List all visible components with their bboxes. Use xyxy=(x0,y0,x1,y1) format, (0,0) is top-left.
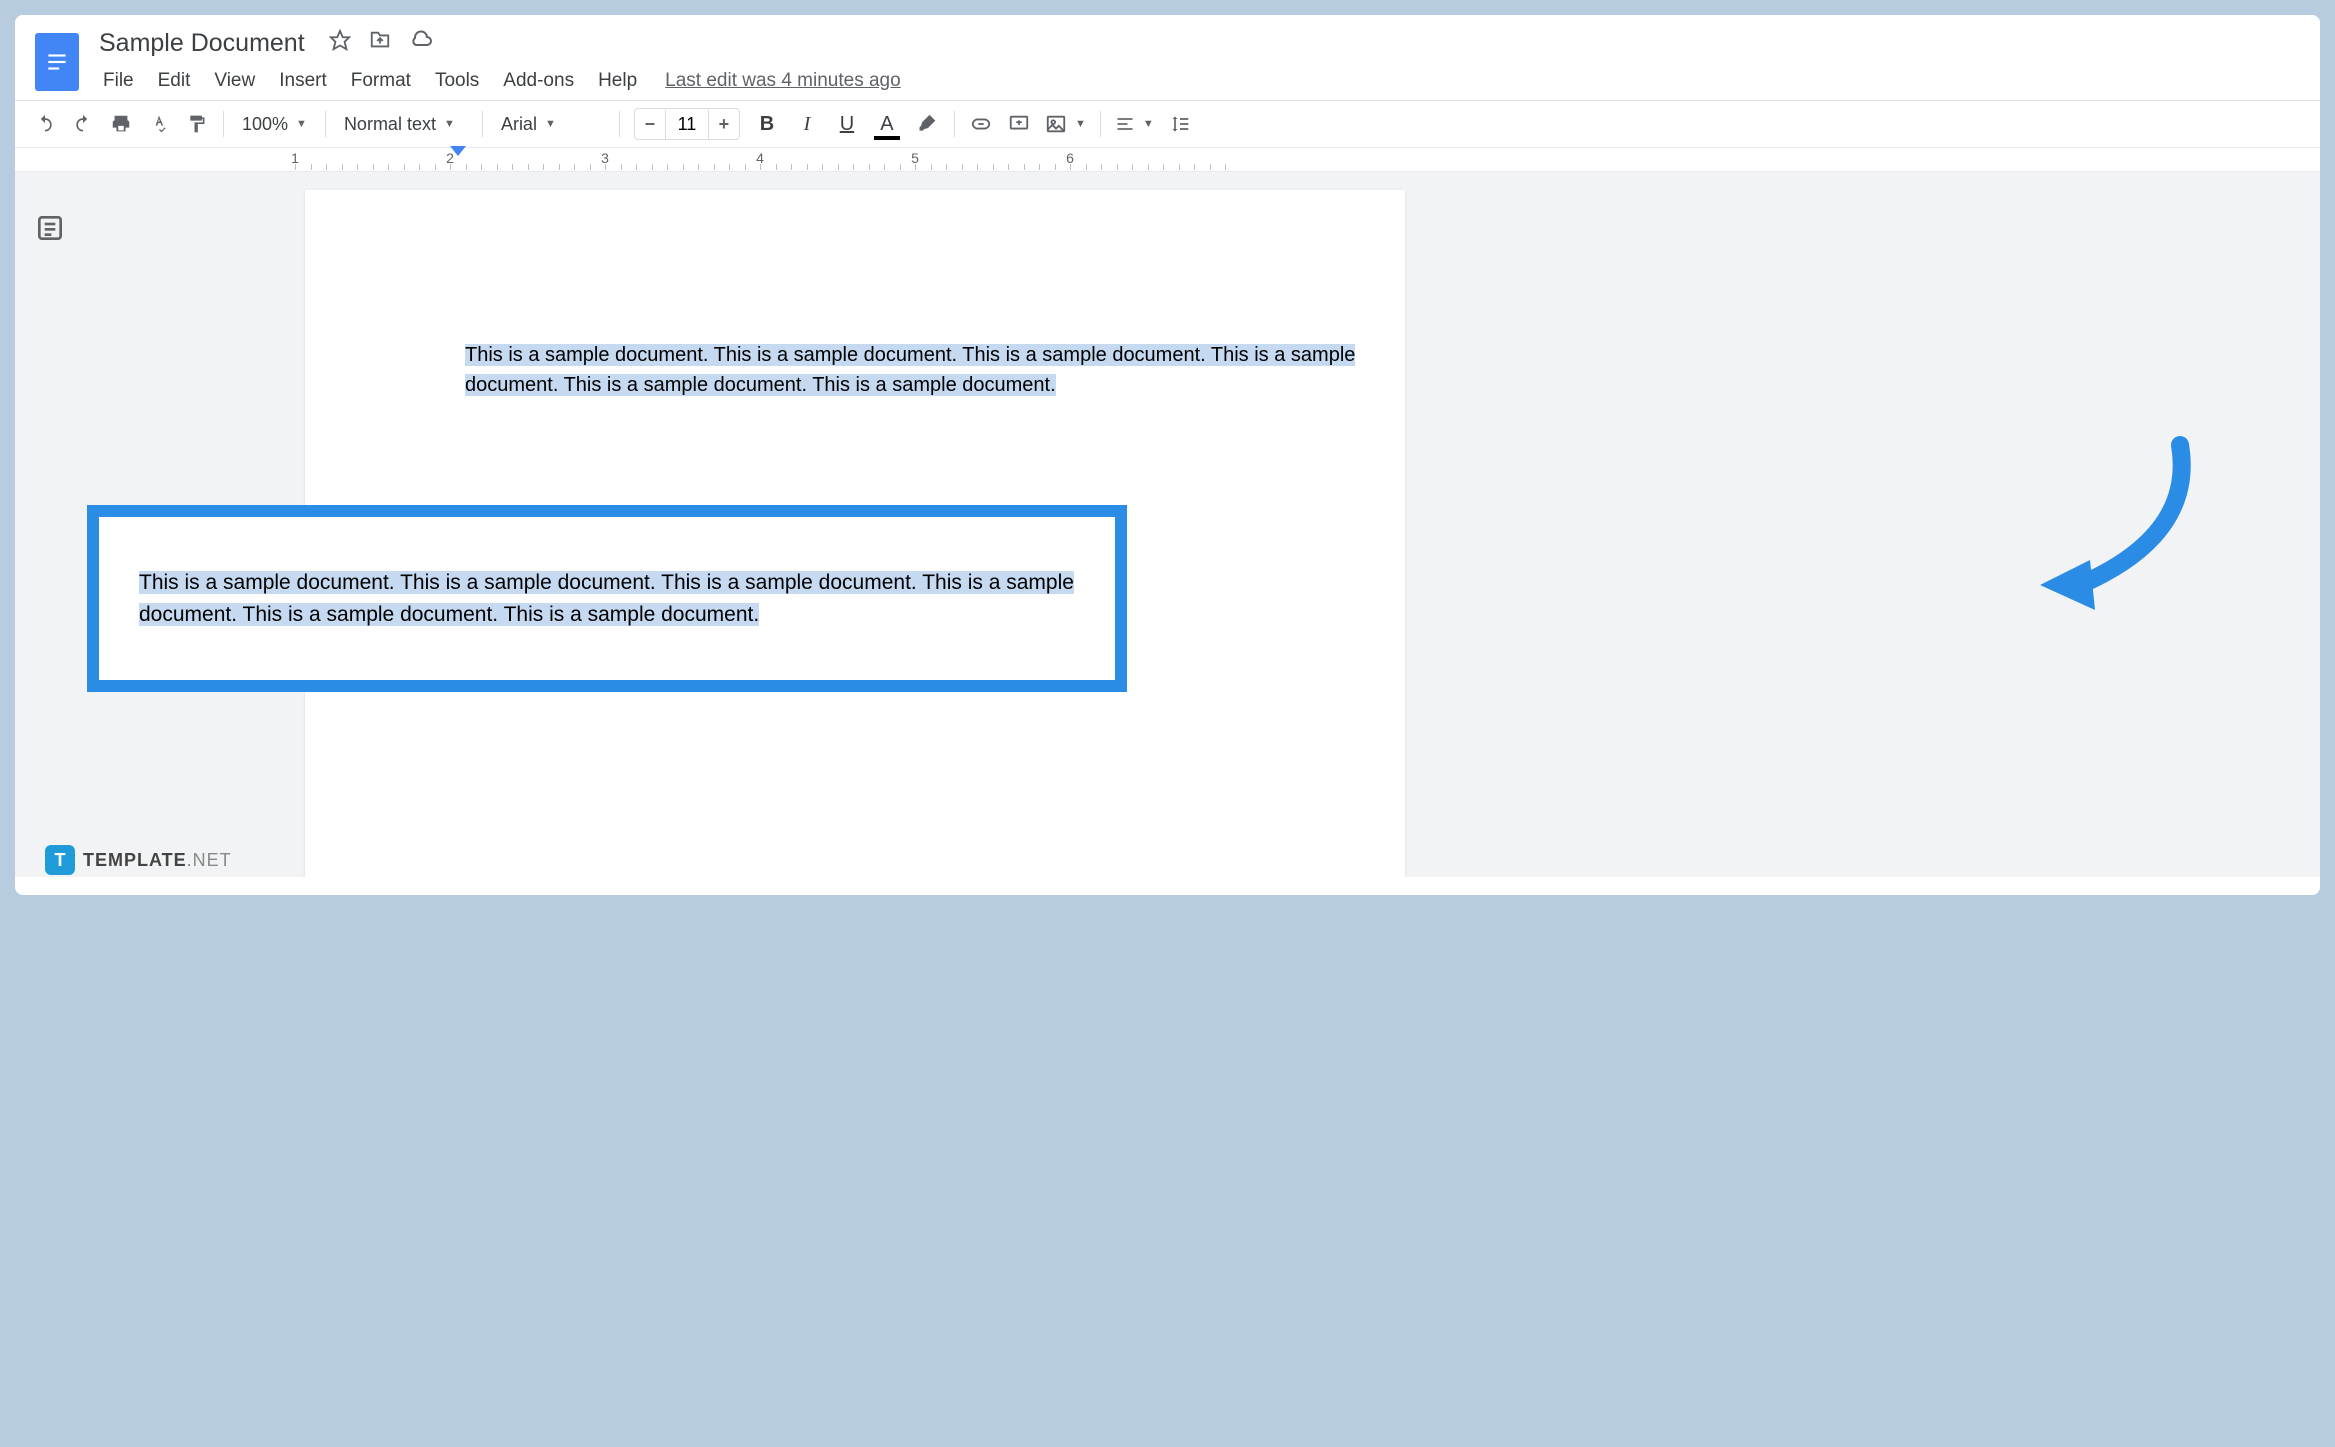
zoom-dropdown[interactable]: 100%▼ xyxy=(232,110,317,139)
cloud-status-icon[interactable] xyxy=(409,29,433,58)
watermark: T TEMPLATE.NET xyxy=(45,845,232,875)
italic-button[interactable]: I xyxy=(788,106,826,142)
font-size-value[interactable]: 11 xyxy=(665,110,709,139)
underline-button[interactable]: U xyxy=(828,106,866,142)
horizontal-ruler[interactable]: 1 2 3 4 5 6 xyxy=(15,148,2320,172)
redo-button[interactable] xyxy=(65,106,101,142)
google-docs-window: Sample Document File xyxy=(15,15,2320,895)
callout-selected-text: This is a sample document. This is a sam… xyxy=(139,571,1074,626)
font-dropdown[interactable]: Arial▼ xyxy=(491,110,611,139)
bold-button[interactable]: B xyxy=(748,106,786,142)
menu-addons[interactable]: Add-ons xyxy=(493,66,584,96)
document-title[interactable]: Sample Document xyxy=(93,27,311,60)
star-icon[interactable] xyxy=(329,29,351,58)
document-outline-icon[interactable] xyxy=(34,212,66,244)
paragraph-style-dropdown[interactable]: Normal text▼ xyxy=(334,110,474,139)
last-edit-link[interactable]: Last edit was 4 minutes ago xyxy=(665,66,901,96)
watermark-badge-icon: T xyxy=(45,845,75,875)
selected-paragraph[interactable]: This is a sample document. This is a sam… xyxy=(465,344,1355,396)
left-sidebar xyxy=(15,172,85,877)
print-button[interactable] xyxy=(103,106,139,142)
font-size-control: − 11 + xyxy=(634,108,740,140)
font-size-increase[interactable]: + xyxy=(709,109,739,139)
paint-format-button[interactable] xyxy=(179,106,215,142)
menu-format[interactable]: Format xyxy=(341,66,421,96)
menu-insert[interactable]: Insert xyxy=(269,66,337,96)
move-icon[interactable] xyxy=(369,29,391,58)
menu-bar: File Edit View Insert Format Tools Add-o… xyxy=(93,66,2300,96)
menu-file[interactable]: File xyxy=(93,66,144,96)
callout-arrow-icon xyxy=(2020,435,2220,635)
spellcheck-button[interactable] xyxy=(141,106,177,142)
insert-comment-button[interactable] xyxy=(1001,106,1037,142)
text-color-button[interactable]: A xyxy=(868,106,906,142)
highlight-button[interactable] xyxy=(908,106,946,142)
undo-button[interactable] xyxy=(27,106,63,142)
menu-help[interactable]: Help xyxy=(588,66,647,96)
docs-logo-icon[interactable] xyxy=(35,33,79,91)
callout-box: This is a sample document. This is a sam… xyxy=(87,505,1127,692)
align-button[interactable]: ▼ xyxy=(1109,110,1160,138)
menu-view[interactable]: View xyxy=(204,66,265,96)
watermark-text: TEMPLATE.NET xyxy=(83,850,232,871)
menu-tools[interactable]: Tools xyxy=(425,66,489,96)
menu-edit[interactable]: Edit xyxy=(148,66,201,96)
insert-image-button[interactable]: ▼ xyxy=(1039,109,1092,139)
insert-link-button[interactable] xyxy=(963,106,999,142)
line-spacing-button[interactable] xyxy=(1162,106,1198,142)
toolbar: 100%▼ Normal text▼ Arial▼ − 11 + B I U A xyxy=(15,101,2320,148)
app-header: Sample Document File xyxy=(15,15,2320,101)
font-size-decrease[interactable]: − xyxy=(635,109,665,139)
